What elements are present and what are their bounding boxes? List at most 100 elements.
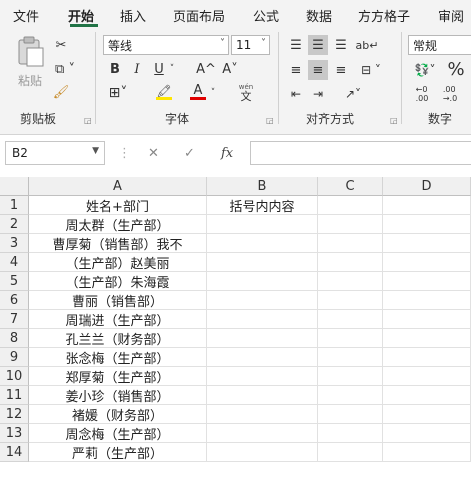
cell-d13[interactable] <box>383 424 471 443</box>
column-header-d[interactable]: D <box>383 177 471 196</box>
column-header-c[interactable]: C <box>318 177 383 196</box>
phonetic-guide-button[interactable]: wén 文 <box>235 82 257 104</box>
tab-file[interactable]: 文件 <box>13 6 39 25</box>
column-header-b[interactable]: B <box>207 177 318 196</box>
cell-d2[interactable] <box>383 215 471 234</box>
cell-a11[interactable]: 姜小珍（销售部） <box>29 386 207 405</box>
cell-b12[interactable] <box>207 405 318 424</box>
italic-button[interactable]: I <box>129 60 145 78</box>
name-box[interactable]: B2 ▼ <box>5 141 105 165</box>
cell-c12[interactable] <box>318 405 383 424</box>
cell-d12[interactable] <box>383 405 471 424</box>
cell-a9[interactable]: 张念梅（生产部） <box>29 348 207 367</box>
shrink-font-button[interactable]: A˅ <box>220 60 240 78</box>
insert-function-icon[interactable]: fx <box>221 146 233 161</box>
cell-d1[interactable] <box>383 196 471 215</box>
cell-b13[interactable] <box>207 424 318 443</box>
row-header[interactable]: 6 <box>0 291 29 310</box>
tab-fangfang[interactable]: 方方格子 <box>358 6 410 25</box>
cell-d5[interactable] <box>383 272 471 291</box>
cell-a1[interactable]: 姓名+部门 <box>29 196 207 215</box>
chevron-down-icon[interactable]: ˅ <box>208 84 218 102</box>
grow-font-button[interactable]: A^ <box>196 60 216 78</box>
merge-center-button[interactable]: ⊟ ˅ <box>355 60 387 80</box>
cell-d11[interactable] <box>383 386 471 405</box>
cell-a13[interactable]: 周念梅（生产部） <box>29 424 207 443</box>
cell-c8[interactable] <box>318 329 383 348</box>
cell-b1[interactable]: 括号内内容 <box>207 196 318 215</box>
cell-b6[interactable] <box>207 291 318 310</box>
cell-d9[interactable] <box>383 348 471 367</box>
borders-button[interactable]: ⊞˅ <box>104 84 132 102</box>
font-size-combo[interactable]: 11 ˅ <box>231 35 270 55</box>
cell-c13[interactable] <box>318 424 383 443</box>
align-left-button[interactable]: ≡ <box>286 60 306 80</box>
cut-button[interactable]: ✂ <box>52 36 70 54</box>
cell-c6[interactable] <box>318 291 383 310</box>
cell-a14[interactable]: 严莉（生产部） <box>29 443 207 462</box>
font-name-combo[interactable]: 等线 ˅ <box>103 35 229 55</box>
increase-decimal-button[interactable]: ←0.00 <box>410 84 434 104</box>
tab-formulas[interactable]: 公式 <box>253 6 279 25</box>
accounting-format-button[interactable]: 💱˅ <box>410 60 440 80</box>
bold-button[interactable]: B <box>107 60 123 78</box>
align-right-button[interactable]: ≡ <box>331 60 351 80</box>
cell-b3[interactable] <box>207 234 318 253</box>
cell-d14[interactable] <box>383 443 471 462</box>
row-header[interactable]: 12 <box>0 405 29 424</box>
row-header[interactable]: 11 <box>0 386 29 405</box>
align-bottom-button[interactable]: ☰ <box>331 35 351 55</box>
row-header[interactable]: 4 <box>0 253 29 272</box>
cell-b9[interactable] <box>207 348 318 367</box>
cell-d8[interactable] <box>383 329 471 348</box>
increase-indent-button[interactable]: ⇥ <box>308 84 328 104</box>
cell-b11[interactable] <box>207 386 318 405</box>
formula-input[interactable] <box>250 141 471 165</box>
row-header[interactable]: 13 <box>0 424 29 443</box>
worksheet-grid[interactable]: A B C D 1 姓名+部门 括号内内容 2 周太群（生产部） 3 曹厚菊（销售部）我不 4 （生产部… <box>0 177 471 477</box>
number-format-combo[interactable]: 常规 <box>408 35 471 55</box>
paste-button[interactable]: 粘贴 <box>12 34 48 90</box>
cell-b2[interactable] <box>207 215 318 234</box>
cancel-icon[interactable]: ✕ <box>148 146 159 161</box>
cell-b4[interactable] <box>207 253 318 272</box>
cell-c4[interactable] <box>318 253 383 272</box>
chevron-down-icon[interactable]: ˅ <box>167 60 177 78</box>
row-header[interactable]: 9 <box>0 348 29 367</box>
tab-data[interactable]: 数据 <box>306 6 332 25</box>
cell-d6[interactable] <box>383 291 471 310</box>
cell-c5[interactable] <box>318 272 383 291</box>
row-header[interactable]: 10 <box>0 367 29 386</box>
wrap-text-button[interactable]: ab↵ <box>356 35 379 55</box>
cell-a3[interactable]: 曹厚菊（销售部）我不 <box>29 234 207 253</box>
cell-a4[interactable]: （生产部）赵美丽 <box>29 253 207 272</box>
orientation-button[interactable]: ↗˅ <box>340 84 366 104</box>
enter-check-icon[interactable]: ✓ <box>184 146 195 161</box>
alignment-launcher-icon[interactable]: ◲ <box>390 116 398 125</box>
cell-a10[interactable]: 郑厚菊（生产部） <box>29 367 207 386</box>
cell-a2[interactable]: 周太群（生产部） <box>29 215 207 234</box>
cell-c2[interactable] <box>318 215 383 234</box>
tab-home[interactable]: 开始 <box>68 6 94 25</box>
column-header-a[interactable]: A <box>29 177 207 196</box>
cell-b7[interactable] <box>207 310 318 329</box>
row-header[interactable]: 8 <box>0 329 29 348</box>
format-painter-button[interactable]: 🖌 <box>52 83 70 101</box>
cell-a5[interactable]: （生产部）朱海霞 <box>29 272 207 291</box>
cell-c7[interactable] <box>318 310 383 329</box>
cell-b8[interactable] <box>207 329 318 348</box>
row-header[interactable]: 14 <box>0 443 29 462</box>
cell-a7[interactable]: 周瑞进（生产部） <box>29 310 207 329</box>
cell-a12[interactable]: 褚媛（财务部） <box>29 405 207 424</box>
cell-d4[interactable] <box>383 253 471 272</box>
decrease-indent-button[interactable]: ⇤ <box>286 84 306 104</box>
align-center-button[interactable]: ≡ <box>308 60 328 80</box>
cell-c9[interactable] <box>318 348 383 367</box>
cell-c1[interactable] <box>318 196 383 215</box>
cell-c3[interactable] <box>318 234 383 253</box>
tab-review[interactable]: 审阅 <box>438 6 464 25</box>
cell-c10[interactable] <box>318 367 383 386</box>
row-header[interactable]: 5 <box>0 272 29 291</box>
clipboard-launcher-icon[interactable]: ◲ <box>84 116 92 125</box>
cell-d3[interactable] <box>383 234 471 253</box>
